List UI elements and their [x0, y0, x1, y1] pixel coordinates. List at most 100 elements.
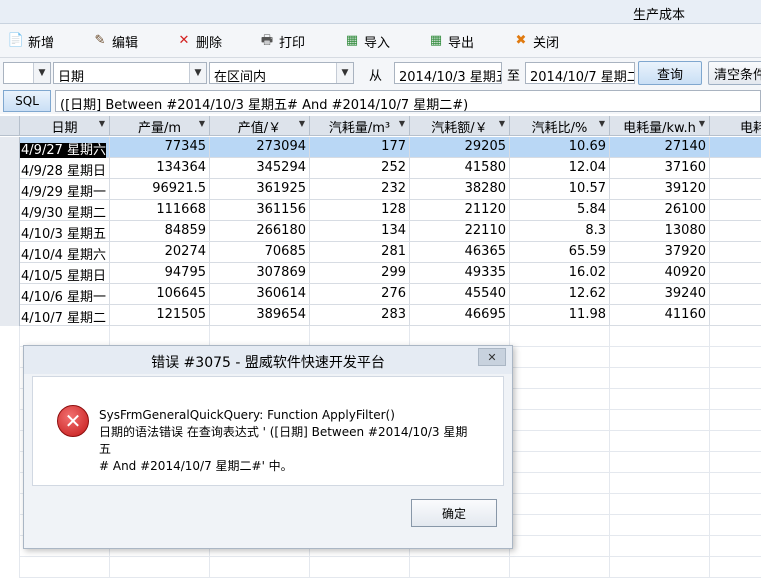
table-cell[interactable]: 84859	[110, 221, 210, 242]
row-selector[interactable]	[0, 179, 20, 200]
table-cell[interactable]: 134	[310, 221, 410, 242]
toolbar-button-edit[interactable]: ✎ 编辑	[92, 31, 138, 51]
table-cell[interactable]: 41160	[610, 305, 710, 326]
column-header-5[interactable]: 汽耗比/% ▼	[510, 116, 610, 136]
table-row[interactable]: 2014/10/7 星期二 1215053896542834669511.9841…	[0, 305, 761, 326]
table-cell[interactable]	[710, 242, 761, 263]
table-cell[interactable]: 134364	[110, 158, 210, 179]
sort-dropdown-icon[interactable]: ▼	[599, 119, 605, 128]
table-cell[interactable]: 5.84	[510, 200, 610, 221]
sort-dropdown-icon[interactable]: ▼	[399, 119, 405, 128]
table-row[interactable]: 2014/9/28 星期日 1343643452942524158012.0437…	[0, 158, 761, 179]
table-cell[interactable]: 232	[310, 179, 410, 200]
sql-button[interactable]: SQL	[3, 90, 51, 112]
table-cell[interactable]: 177	[310, 137, 410, 158]
field-combo[interactable]: 日期 ▼	[53, 62, 207, 85]
table-row[interactable]: 2014/9/29 星期一 96921.53619252323828010.573…	[0, 179, 761, 200]
toolbar-button-new-doc[interactable]: 📄 新增	[8, 31, 54, 51]
table-cell[interactable]: 96921.5	[110, 179, 210, 200]
table-cell[interactable]	[710, 137, 761, 158]
query-button[interactable]: 查询	[638, 61, 702, 85]
table-cell[interactable]: 299	[310, 263, 410, 284]
table-cell[interactable]	[710, 200, 761, 221]
table-cell[interactable]: 106645	[110, 284, 210, 305]
toolbar-button-delete[interactable]: ✕ 删除	[176, 31, 222, 51]
table-cell[interactable]: 8.3	[510, 221, 610, 242]
table-cell[interactable]: 16.02	[510, 263, 610, 284]
table-cell[interactable]: 281	[310, 242, 410, 263]
table-cell[interactable]: 22110	[410, 221, 510, 242]
table-cell[interactable]: 2014/9/27 星期六	[20, 137, 110, 158]
table-cell[interactable]: 27140	[610, 137, 710, 158]
table-cell[interactable]: 20274	[110, 242, 210, 263]
column-header-3[interactable]: 汽耗量/m³ ▼	[310, 116, 410, 136]
table-cell[interactable]: 12.62	[510, 284, 610, 305]
table-cell[interactable]: 77345	[110, 137, 210, 158]
table-cell[interactable]: 39240	[610, 284, 710, 305]
table-cell[interactable]	[710, 284, 761, 305]
column-header-1[interactable]: 产量/m ▼	[110, 116, 210, 136]
table-cell[interactable]: 40920	[610, 263, 710, 284]
table-cell[interactable]: 21120	[410, 200, 510, 221]
row-selector[interactable]	[0, 284, 20, 305]
table-cell[interactable]: 361156	[210, 200, 310, 221]
row-selector[interactable]	[0, 200, 20, 221]
table-cell[interactable]: 10.57	[510, 179, 610, 200]
table-cell[interactable]: 121505	[110, 305, 210, 326]
toolbar-button-close[interactable]: ✖ 关闭	[513, 31, 559, 51]
table-cell[interactable]: 26100	[610, 200, 710, 221]
table-cell[interactable]: 2014/10/3 星期五	[20, 221, 110, 242]
sort-dropdown-icon[interactable]: ▼	[99, 119, 105, 128]
table-cell[interactable]: 11.98	[510, 305, 610, 326]
table-cell[interactable]: 360614	[210, 284, 310, 305]
operator-combo[interactable]: 在区间内 ▼	[209, 62, 354, 85]
toolbar-button-printer[interactable]: 🖶 打印	[259, 31, 305, 51]
toolbar-button-import[interactable]: ▦ 导入	[344, 31, 390, 51]
sql-expression-field[interactable]: ([日期] Between #2014/10/3 星期五# And #2014/…	[55, 90, 761, 113]
chevron-down-icon[interactable]: ▼	[336, 63, 353, 83]
table-cell[interactable]	[710, 221, 761, 242]
toolbar-button-export[interactable]: ▦ 导出	[428, 31, 474, 51]
chevron-down-icon[interactable]: ▼	[33, 63, 50, 83]
column-header-4[interactable]: 汽耗额/￥ ▼	[410, 116, 510, 136]
table-cell[interactable]: 10.69	[510, 137, 610, 158]
table-cell[interactable]: 307869	[210, 263, 310, 284]
table-row[interactable]: 2014/10/5 星期日 947953078692994933516.02409…	[0, 263, 761, 284]
table-cell[interactable]: 266180	[210, 221, 310, 242]
chevron-down-icon[interactable]: ▼	[189, 63, 206, 83]
table-cell[interactable]: 46695	[410, 305, 510, 326]
row-selector[interactable]	[0, 263, 20, 284]
table-cell[interactable]: 2014/9/29 星期一	[20, 179, 110, 200]
clear-conditions-button[interactable]: 清空条件	[708, 61, 761, 85]
ok-button[interactable]: 确定	[411, 499, 497, 527]
table-row[interactable]: 2014/10/6 星期一 1066453606142764554012.6239…	[0, 284, 761, 305]
column-header-0[interactable]: 日期 ▼	[20, 116, 110, 136]
table-cell[interactable]: 49335	[410, 263, 510, 284]
table-cell[interactable]: 283	[310, 305, 410, 326]
sort-dropdown-icon[interactable]: ▼	[199, 119, 205, 128]
close-icon[interactable]: ✕	[478, 348, 506, 366]
row-selector[interactable]	[0, 221, 20, 242]
to-date-input[interactable]: 2014/10/7 星期二	[525, 62, 635, 84]
table-cell[interactable]: 128	[310, 200, 410, 221]
row-selector[interactable]	[0, 137, 20, 158]
table-cell[interactable]: 2014/10/7 星期二	[20, 305, 110, 326]
table-cell[interactable]: 2014/9/30 星期二	[20, 200, 110, 221]
table-cell[interactable]: 361925	[210, 179, 310, 200]
table-row[interactable]: 2014/9/27 星期六 773452730941772920510.69271…	[0, 137, 761, 158]
table-row[interactable]: 2014/10/3 星期五 84859266180134221108.313080	[0, 221, 761, 242]
row-selector[interactable]	[0, 305, 20, 326]
table-cell[interactable]	[710, 179, 761, 200]
row-selector[interactable]	[0, 158, 20, 179]
table-cell[interactable]: 2014/9/28 星期日	[20, 158, 110, 179]
table-cell[interactable]: 65.59	[510, 242, 610, 263]
column-header-7[interactable]: 电耗额	[710, 116, 761, 136]
table-cell[interactable]: 94795	[110, 263, 210, 284]
table-cell[interactable]: 2014/10/6 星期一	[20, 284, 110, 305]
table-row[interactable]: 2014/9/30 星期二 111668361156128211205.84261…	[0, 200, 761, 221]
table-cell[interactable]	[710, 263, 761, 284]
table-cell[interactable]	[710, 305, 761, 326]
from-date-input[interactable]: 2014/10/3 星期五	[394, 62, 502, 84]
logic-combo[interactable]: ▼	[3, 62, 51, 84]
table-cell[interactable]: 389654	[210, 305, 310, 326]
